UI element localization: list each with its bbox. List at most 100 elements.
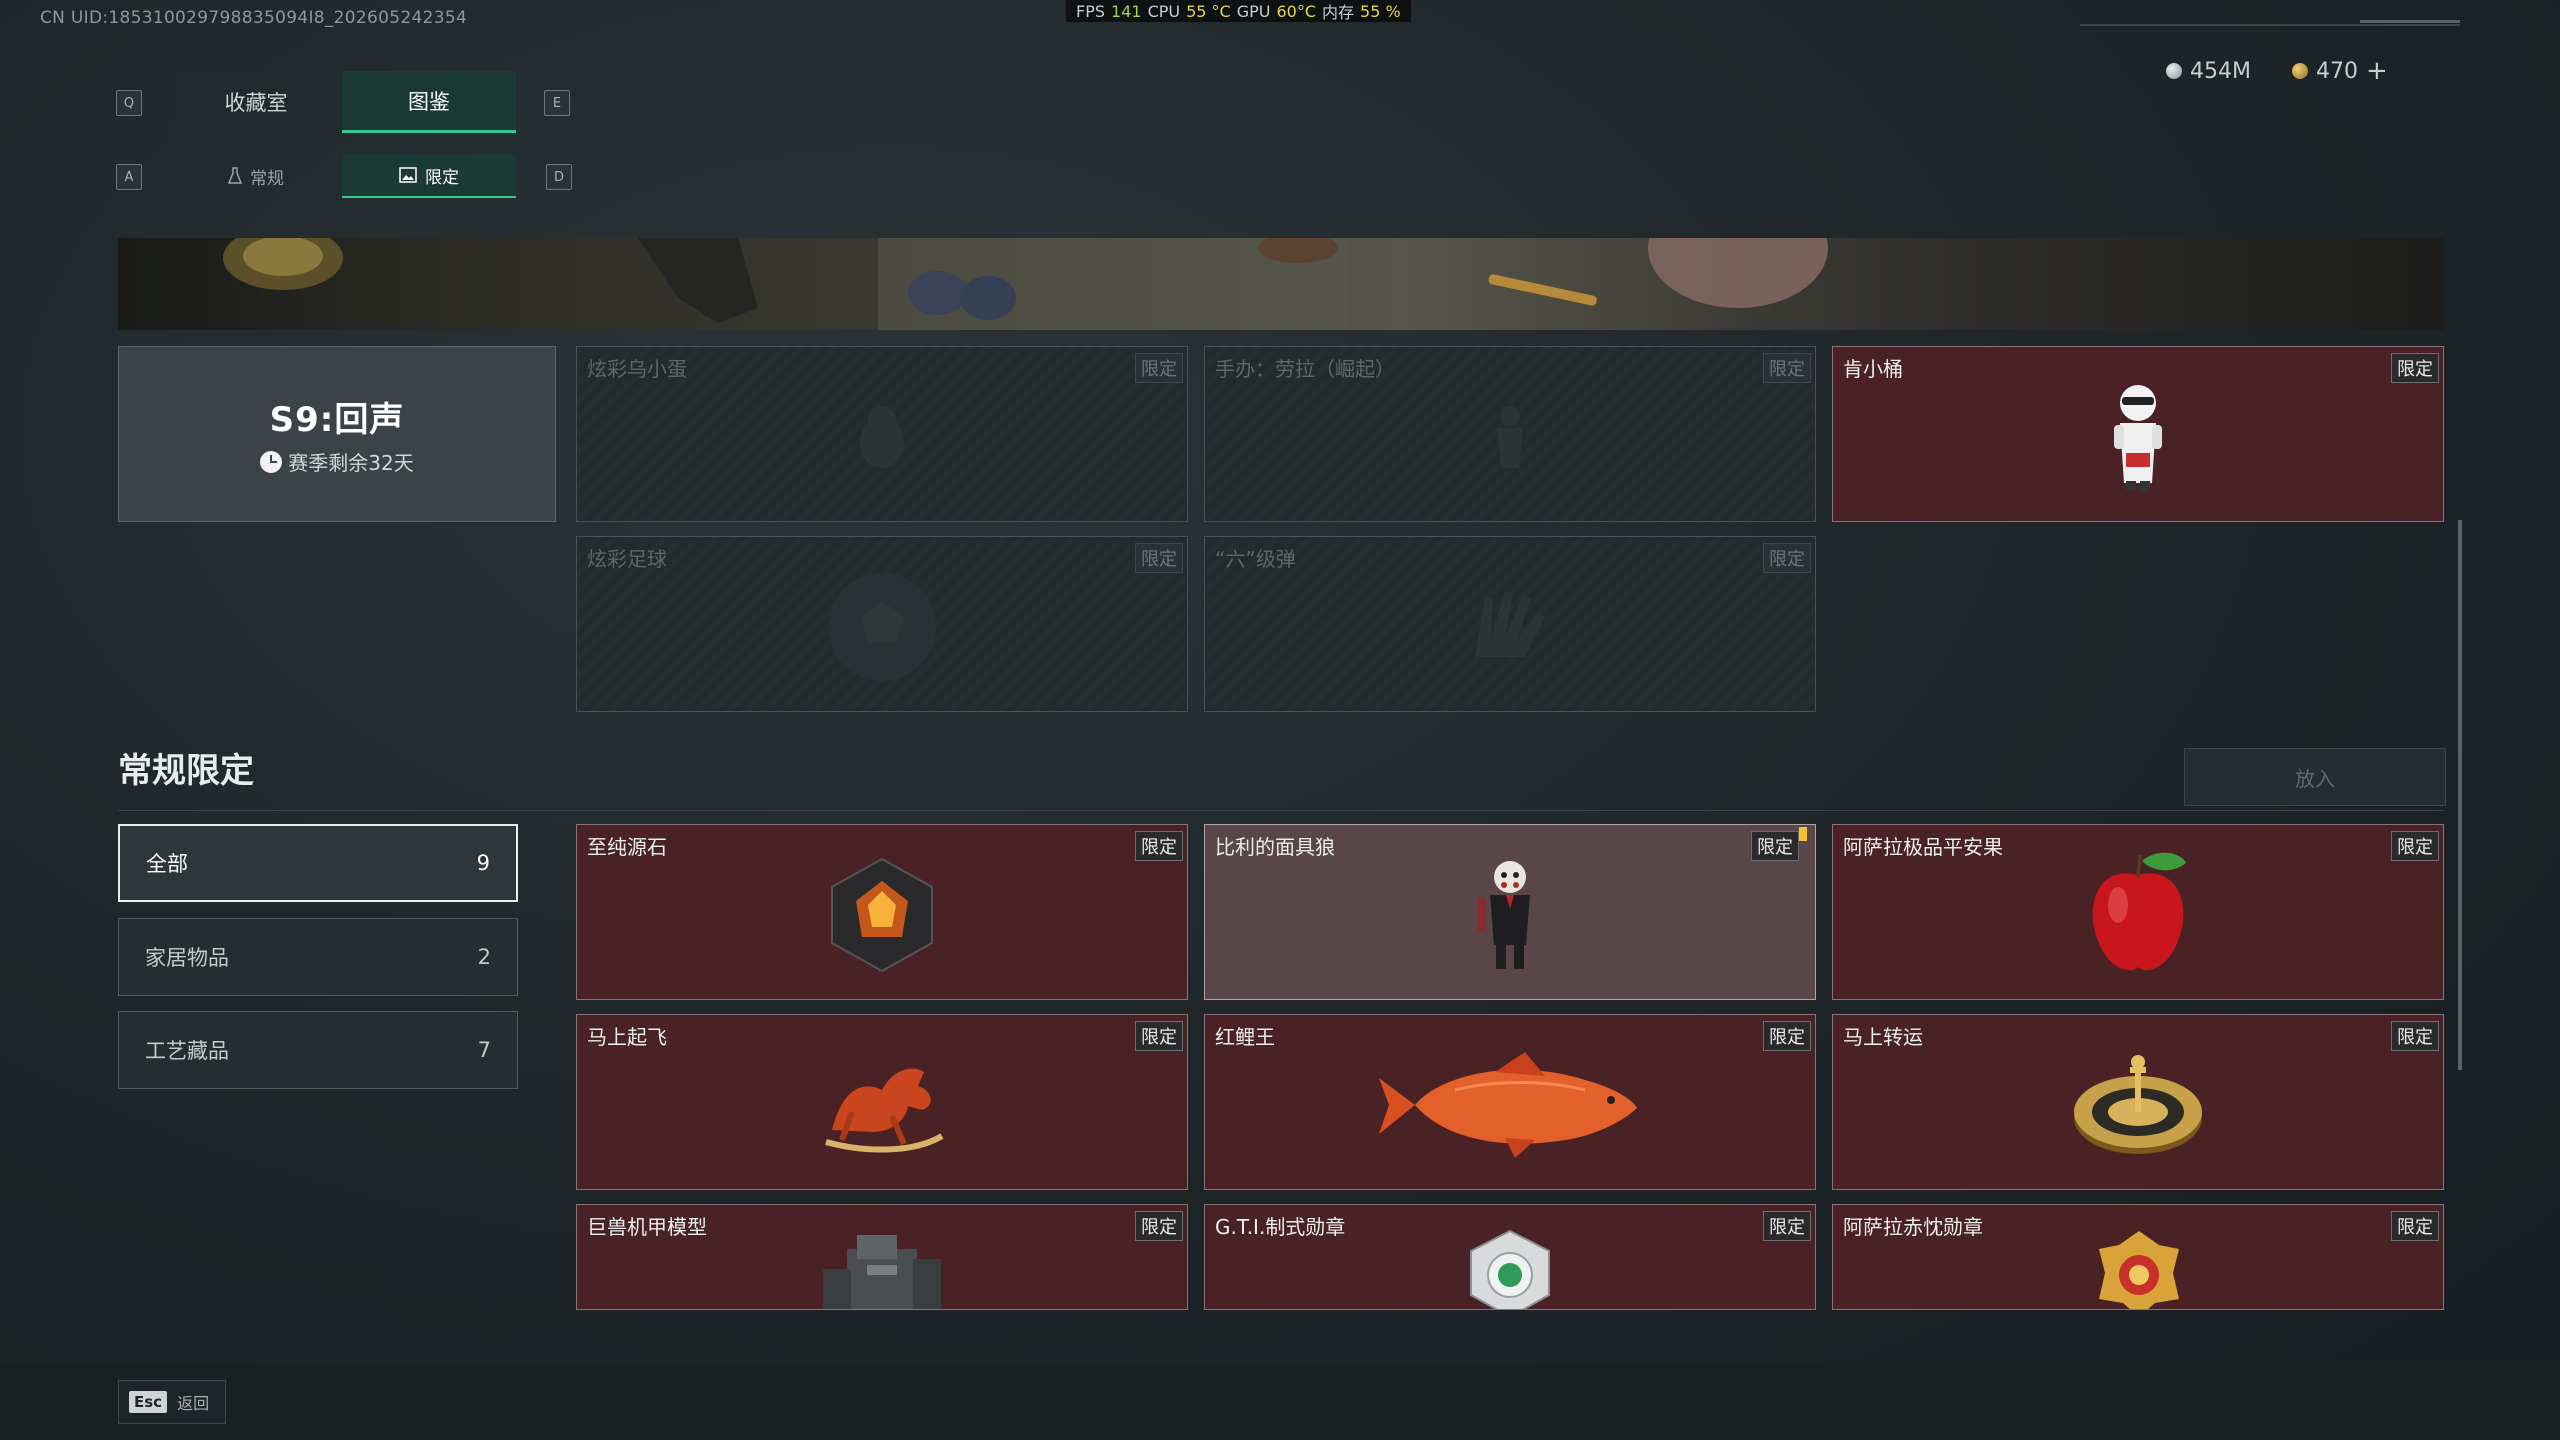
tab-collection-room[interactable]: 收藏室 — [170, 71, 342, 133]
season-remaining: 赛季剩余32天 — [260, 447, 414, 476]
limited-tag: 限定 — [1763, 543, 1811, 573]
put-in-button[interactable]: 放入 — [2184, 748, 2446, 806]
performance-overlay: FPS 141 CPU 55 °C GPU 60°C 内存 55 % — [1066, 0, 1411, 22]
item-name: 马上转运 — [1843, 1025, 1923, 1049]
bullet-hand-icon — [1475, 591, 1545, 658]
subtab-regular[interactable]: 常规 — [170, 154, 342, 198]
season-item-card[interactable]: 肯小桶 限定 — [1832, 346, 2444, 522]
limited-tag: 限定 — [1135, 1021, 1183, 1051]
key-hint-a: A — [116, 164, 142, 190]
limited-tag: 限定 — [1135, 353, 1183, 383]
roulette-icon — [2074, 1055, 2202, 1155]
add-currency-button[interactable]: + — [2366, 56, 2388, 86]
cpu-label: CPU — [1147, 1, 1181, 21]
season-title: S9:回声 — [269, 400, 405, 440]
gold-amount: 470 — [2316, 58, 2358, 84]
item-name: 炫彩乌小蛋 — [587, 357, 687, 381]
item-card[interactable]: 阿萨拉赤忱勋章 限定 — [1832, 1204, 2444, 1310]
filter-all[interactable]: 全部 9 — [118, 824, 518, 902]
scrollbar[interactable] — [2458, 520, 2462, 1070]
subtab-limited[interactable]: 限定 — [342, 154, 516, 198]
filter-count: 9 — [476, 851, 490, 875]
limited-tag: 限定 — [1135, 831, 1183, 861]
item-card[interactable]: 马上转运 限定 — [1832, 1014, 2444, 1190]
limited-tag: 限定 — [2391, 353, 2439, 383]
gpu-label: GPU — [1236, 1, 1271, 21]
key-hint-e: E — [544, 90, 570, 116]
filter-label: 全部 — [146, 852, 188, 876]
item-name: “六”级弹 — [1215, 547, 1296, 571]
limited-tag: 限定 — [1135, 543, 1183, 573]
item-card[interactable]: 阿萨拉极品平安果 限定 — [1832, 824, 2444, 1000]
fps-value: 141 — [1111, 1, 1142, 21]
egg-toy-icon — [860, 406, 904, 469]
item-name: 炫彩足球 — [587, 547, 667, 571]
subtab-regular-label: 常规 — [250, 168, 284, 189]
section-divider — [118, 810, 2444, 811]
gold-coin-icon — [2292, 63, 2308, 79]
item-name: 红鲤王 — [1215, 1025, 1275, 1049]
fps-label: FPS — [1076, 1, 1106, 21]
horse-icon — [825, 1069, 944, 1153]
bottom-bar — [0, 1364, 2560, 1440]
limited-tag: 限定 — [2391, 831, 2439, 861]
season-item-card[interactable]: 手办：劳拉（崛起） 限定 — [1204, 346, 1816, 522]
limited-tag: 限定 — [1751, 831, 1799, 861]
limited-tag: 限定 — [1763, 353, 1811, 383]
season-remaining-label: 赛季剩余32天 — [288, 451, 414, 475]
bucket-mascot-icon — [2114, 385, 2162, 492]
puppet-icon — [1478, 861, 1530, 970]
fish-icon — [1379, 1052, 1637, 1159]
gpu-value: 60°C — [1276, 1, 1317, 21]
item-card-selected[interactable]: 比利的面具狼 限定 — [1204, 824, 1816, 1000]
item-card[interactable]: 红鲤王 限定 — [1204, 1014, 1816, 1190]
season-item-card[interactable]: 炫彩乌小蛋 限定 — [576, 346, 1188, 522]
back-label: 返回 — [177, 1394, 210, 1413]
top-divider-accent — [2360, 20, 2460, 23]
figurine-icon — [1497, 406, 1523, 469]
key-hint-d: D — [546, 164, 572, 190]
item-card[interactable]: 至纯源石 限定 — [576, 824, 1188, 1000]
filter-label: 家居物品 — [145, 946, 229, 970]
clock-icon — [260, 450, 283, 473]
item-name: G.T.I.制式勋章 — [1215, 1215, 1346, 1239]
limited-tag: 限定 — [2391, 1021, 2439, 1051]
item-name: 阿萨拉极品平安果 — [1843, 835, 2003, 859]
soccer-ball-icon — [828, 573, 936, 682]
filter-count: 7 — [477, 1038, 491, 1062]
flask-icon — [228, 167, 242, 184]
tab-catalog[interactable]: 图鉴 — [342, 71, 516, 133]
back-button[interactable]: Esc 返回 — [118, 1380, 226, 1424]
filter-home-items[interactable]: 家居物品 2 — [118, 918, 518, 996]
section-title: 常规限定 — [118, 751, 254, 791]
top-divider — [2080, 24, 2460, 26]
item-card[interactable]: G.T.I.制式勋章 限定 — [1204, 1204, 1816, 1310]
silver-currency: 454M — [2166, 56, 2251, 86]
season-item-card[interactable]: 炫彩足球 限定 — [576, 536, 1188, 712]
limited-tag: 限定 — [1763, 1021, 1811, 1051]
item-card[interactable]: 巨兽机甲模型 限定 — [576, 1204, 1188, 1310]
uid-label: CN UID:185310029798835094I8_202605242354 — [40, 8, 468, 28]
item-card[interactable]: 马上起飞 限定 — [576, 1014, 1188, 1190]
limited-tag: 限定 — [1763, 1211, 1811, 1241]
silver-amount: 454M — [2190, 58, 2251, 84]
badge-icon — [2099, 1231, 2179, 1309]
item-name: 肯小桶 — [1843, 357, 1903, 381]
subtab-limited-label: 限定 — [425, 167, 459, 188]
filter-label: 工艺藏品 — [145, 1039, 229, 1063]
season-card: S9:回声 赛季剩余32天 — [118, 346, 556, 522]
season-item-card[interactable]: “六”级弹 限定 — [1204, 536, 1816, 712]
silver-coin-icon — [2166, 63, 2182, 79]
memory-label: 内存 — [1322, 3, 1355, 22]
key-hint-q: Q — [116, 90, 142, 116]
gem-icon — [831, 858, 933, 973]
gold-currency: 470 + — [2292, 56, 2388, 86]
filter-craft-items[interactable]: 工艺藏品 7 — [118, 1011, 518, 1089]
mech-icon — [823, 1235, 941, 1309]
memory-value: 55 % — [1360, 1, 1401, 21]
item-name: 至纯源石 — [587, 835, 667, 859]
cpu-value: 55 °C — [1186, 1, 1231, 21]
item-name: 比利的面具狼 — [1215, 835, 1335, 859]
season-banner — [118, 238, 2444, 330]
item-name: 手办：劳拉（崛起） — [1215, 357, 1395, 381]
